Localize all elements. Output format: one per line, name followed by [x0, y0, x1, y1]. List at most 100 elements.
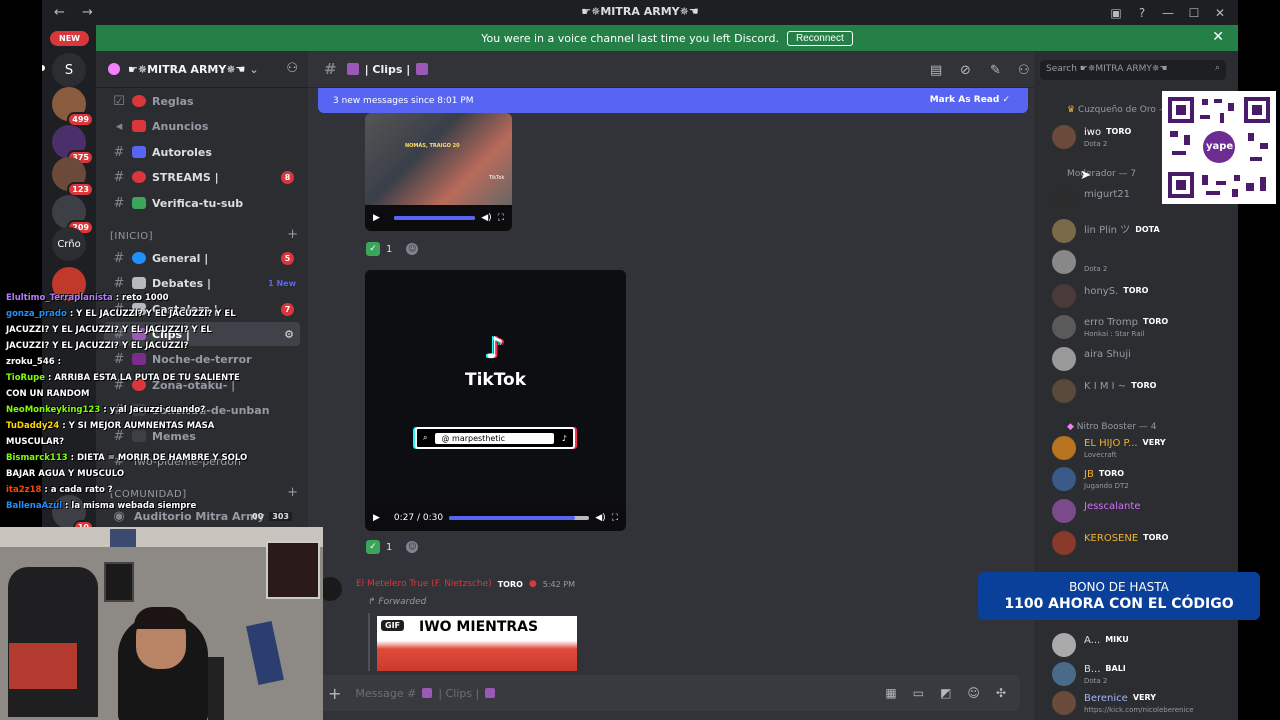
- member-name-text: migurt21: [1084, 189, 1130, 200]
- inbox-icon[interactable]: ▣: [1108, 5, 1124, 21]
- video-embed-1[interactable]: NOMÁS, TRAIGO 20 TikTok ▶ ◀) ⛶: [365, 113, 512, 231]
- member-row[interactable]: lin Plin ツ DOTA: [1052, 217, 1232, 247]
- maximize-icon[interactable]: ☐: [1186, 5, 1202, 21]
- member-row[interactable]: erro Tromp TORO Honkai : Star Rail: [1052, 313, 1232, 343]
- member-name-text: B...: [1084, 664, 1101, 675]
- group-moderador: Moderador — 7: [1067, 169, 1136, 179]
- avatar: [1052, 691, 1076, 715]
- server-crno[interactable]: Crño: [52, 227, 86, 261]
- message-author[interactable]: El Metelero True (F. Nietzsche): [356, 579, 492, 589]
- channel-anuncios[interactable]: ◂ Anuncios: [104, 114, 300, 138]
- gif-icon[interactable]: ▭: [913, 686, 924, 700]
- member-role-tag: TORO: [1143, 533, 1169, 542]
- new-messages-bar[interactable]: 3 new messages since 8:01 PM Mark As Rea…: [318, 88, 1028, 113]
- reaction-row-1[interactable]: ✓ 1 ☺: [366, 242, 419, 256]
- threads-icon[interactable]: ▤: [930, 63, 942, 78]
- minimize-icon[interactable]: —: [1160, 5, 1176, 21]
- member-row[interactable]: Dota 2: [1052, 248, 1232, 278]
- help-icon[interactable]: ?: [1134, 5, 1150, 21]
- server-s[interactable]: S: [52, 53, 86, 87]
- add-reaction-icon[interactable]: ☺: [406, 541, 419, 553]
- mention-badge: 7: [281, 302, 294, 316]
- gif-embed[interactable]: GIF IWO MIENTRAS: [377, 616, 577, 671]
- member-row[interactable]: Jesscalante: [1052, 497, 1232, 527]
- reconnect-button[interactable]: Reconnect: [786, 30, 853, 46]
- member-activity: Lovecraft: [1084, 451, 1117, 459]
- members-icon[interactable]: ⚇: [1018, 63, 1030, 78]
- pin-icon[interactable]: ✎: [990, 63, 1001, 78]
- add-attachment-icon[interactable]: +: [328, 684, 341, 703]
- message-composer[interactable]: + Message # | Clips | ▦ ▭ ◩ ☺ ✣: [316, 675, 1020, 711]
- search-icon: ⌕: [1214, 63, 1220, 73]
- apps-icon[interactable]: ✣: [996, 686, 1006, 700]
- channel-emoji: [132, 120, 146, 132]
- guild-header[interactable]: ☛✵MITRA ARMY✵☚ ⌄: [96, 51, 308, 88]
- channel-label: Verifica-tu-sub: [152, 196, 244, 210]
- promo-line-1: BONO DE HASTA: [1069, 580, 1169, 594]
- member-row[interactable]: KEROSENE TORO: [1052, 529, 1232, 559]
- fullscreen-icon[interactable]: ⛶: [498, 213, 504, 223]
- gift-icon[interactable]: ▦: [885, 686, 896, 700]
- avatar: [1052, 187, 1076, 211]
- check-reaction-icon[interactable]: ✓: [366, 242, 380, 256]
- reaction-row-2[interactable]: ✓ 1 ☺: [366, 540, 419, 554]
- member-row[interactable]: K I M I ~ TORO: [1052, 377, 1232, 407]
- stream-chat-user: Bismarck113: [6, 453, 68, 463]
- channel-autoroles[interactable]: # Autoroles: [104, 140, 300, 164]
- play-icon[interactable]: ▶: [373, 513, 380, 523]
- member-row[interactable]: honyS. TORO: [1052, 282, 1232, 312]
- channel-streams[interactable]: # STREAMS | 8: [104, 165, 300, 189]
- role-tag: TORO: [497, 579, 523, 589]
- voice-notice-text: You were in a voice channel last time yo…: [481, 31, 779, 45]
- title-bar: ← → ☛✵MITRA ARMY✵☚ ▣ ? — ☐ ✕: [42, 0, 1238, 25]
- add-reaction-icon[interactable]: ☺: [406, 243, 419, 255]
- category-inicio[interactable]: [INICIO]: [110, 231, 153, 242]
- video-progress[interactable]: [393, 216, 476, 220]
- play-icon[interactable]: ▶: [373, 213, 380, 223]
- server-icon-1[interactable]: 499: [52, 87, 94, 127]
- sticker-icon[interactable]: ◩: [940, 686, 951, 700]
- channel-general[interactable]: # General | 5: [104, 246, 300, 270]
- server-icon-3[interactable]: 123: [52, 157, 94, 197]
- mute-icon[interactable]: ⊘: [960, 63, 971, 78]
- close-icon[interactable]: ✕: [1212, 29, 1224, 45]
- member-name-text: KEROSENE: [1084, 533, 1139, 544]
- volume-icon[interactable]: ◀): [481, 213, 491, 223]
- member-row[interactable]: aira Shuji: [1052, 345, 1232, 375]
- member-row[interactable]: B... BALI Dota 2: [1052, 660, 1232, 690]
- stream-chat-line: Elultimo_Terraplanista : reto 1000: [0, 290, 263, 306]
- fullscreen-icon[interactable]: ⛶: [612, 513, 618, 523]
- volume-icon[interactable]: ◀): [595, 513, 605, 523]
- channel-verifica[interactable]: # Verifica-tu-sub: [104, 191, 300, 215]
- emoji-icon[interactable]: ☺: [967, 686, 980, 700]
- mark-as-read-button[interactable]: Mark As Read ✓: [930, 95, 1010, 105]
- close-window-icon[interactable]: ✕: [1212, 5, 1228, 21]
- stream-chat-line: gonza_prado : Y EL JACUZZI? Y EL JACUZZI…: [0, 306, 263, 354]
- avatar: [1052, 284, 1076, 308]
- member-name: honyS. TORO: [1084, 286, 1148, 297]
- channel-reglas[interactable]: ☑ Reglas: [104, 89, 300, 113]
- stream-chat-text: : y al Jacuzzi cuando?: [100, 405, 206, 415]
- add-channel-icon[interactable]: +: [287, 227, 298, 242]
- add-channel-icon[interactable]: +: [287, 485, 298, 500]
- member-row[interactable]: Berenice VERY https://kick.com/nicoleberen…: [1052, 689, 1232, 719]
- member-row[interactable]: EL HIJO P... VERY Lovecraft: [1052, 434, 1232, 464]
- member-row[interactable]: JB TORO Jugando DT2: [1052, 465, 1232, 495]
- new-indicator: 1 New: [268, 278, 296, 288]
- stream-chat-line: TuDaddy24 : Y SI MEJOR AUMNENTAS MASA MU…: [0, 418, 263, 450]
- channel-settings-icon[interactable]: ⚙: [284, 328, 294, 341]
- new-pill[interactable]: NEW: [50, 31, 89, 46]
- invite-icon[interactable]: ⚇: [286, 61, 298, 76]
- member-row[interactable]: A... MIKU: [1052, 631, 1232, 661]
- stream-chat-user: TuDaddy24: [6, 421, 60, 431]
- chat-area: # | Clips | ▤ ⊘ ✎ ⚇ 3 new messages since…: [308, 51, 1034, 720]
- server-icon-2[interactable]: 375: [52, 125, 94, 165]
- video-progress[interactable]: [449, 516, 590, 520]
- search-placeholder: Search ☛✵MITRA ARMY✵☚: [1046, 64, 1168, 74]
- server-icon-4[interactable]: 209: [52, 195, 94, 235]
- check-reaction-icon[interactable]: ✓: [366, 540, 380, 554]
- video-embed-2[interactable]: ♪ TikTok ⌕ @ marpesthetic ♪ ▶ 0:27 / 0:3…: [365, 270, 626, 531]
- poster: [266, 541, 320, 599]
- member-search-input[interactable]: Search ☛✵MITRA ARMY✵☚ ⌕: [1040, 60, 1226, 80]
- poster: [246, 620, 284, 686]
